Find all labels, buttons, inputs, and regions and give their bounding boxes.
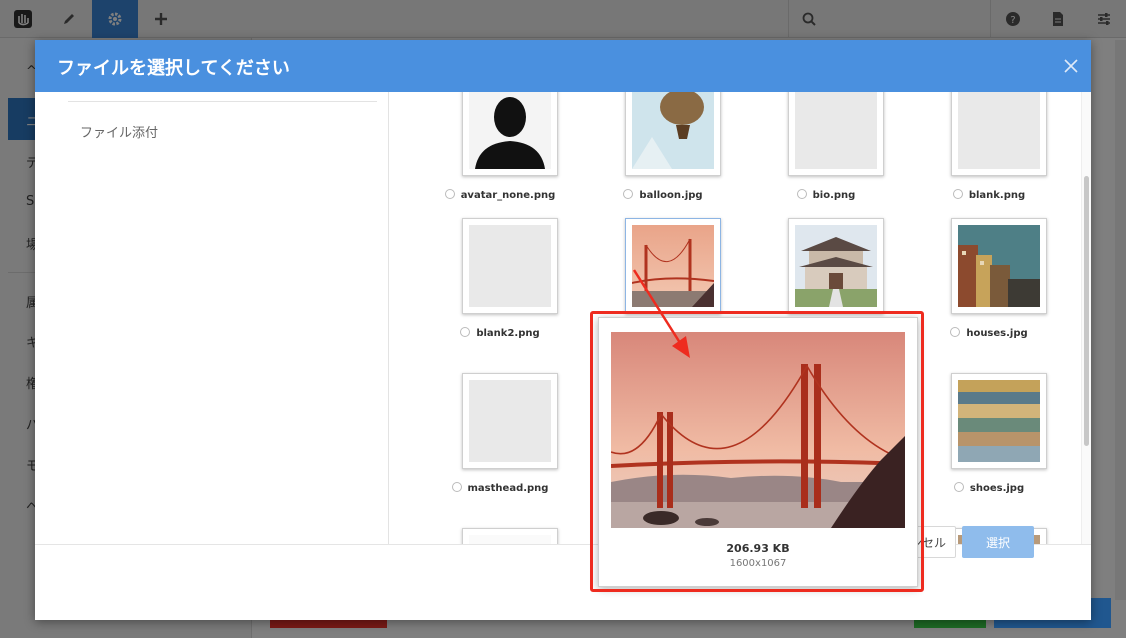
file-thumbnail[interactable] [951, 218, 1047, 314]
file-name: balloon.jpg [639, 190, 703, 201]
file-name: bio.png [812, 190, 856, 201]
balloon-image [632, 92, 714, 169]
file-thumbnail[interactable] [788, 218, 884, 314]
houses-image [958, 225, 1040, 307]
file-radio[interactable] [460, 327, 471, 337]
blank-image [958, 92, 1040, 169]
file-item[interactable] [425, 528, 575, 544]
file-name: shoes.jpg [969, 483, 1025, 494]
blank-image [469, 535, 551, 544]
file-radio[interactable] [623, 189, 634, 199]
file-name: houses.jpg [966, 328, 1028, 339]
file-name: blank.png [968, 190, 1026, 201]
file-radio[interactable] [953, 482, 964, 492]
blank-image [469, 225, 551, 307]
blank-image [469, 380, 551, 462]
file-item[interactable]: bio.png [751, 92, 901, 220]
file-radio[interactable] [444, 189, 455, 199]
file-thumbnail[interactable] [462, 218, 558, 314]
file-thumbnail[interactable] [951, 92, 1047, 176]
close-icon[interactable] [1061, 56, 1081, 76]
file-item[interactable]: avatar_none.png [425, 92, 575, 220]
file-radio[interactable] [950, 327, 961, 337]
file-item[interactable]: shoes.jpg [914, 373, 1064, 513]
file-item[interactable]: masthead.png [425, 373, 575, 513]
file-thumbnail[interactable] [462, 92, 558, 176]
scrollbar-thumb[interactable] [1084, 176, 1089, 446]
file-thumbnail[interactable] [462, 373, 558, 469]
file-grid-scrollbar[interactable] [1081, 92, 1091, 544]
file-item[interactable]: houses.jpg [914, 218, 1064, 358]
file-name: avatar_none.png [460, 190, 556, 201]
avatar-image [469, 92, 551, 169]
annotation-arrow-icon [632, 269, 690, 358]
category-divider [68, 101, 377, 102]
file-thumbnail[interactable] [951, 373, 1047, 469]
category-item-attachments[interactable]: ファイル添付 [80, 122, 158, 141]
file-name: blank2.png [476, 328, 540, 339]
category-panel: ファイル添付 [35, 92, 389, 544]
modal-header: ファイルを選択してください [35, 40, 1091, 92]
file-item[interactable]: blank.png [914, 92, 1064, 220]
file-radio[interactable] [952, 189, 963, 199]
select-button[interactable]: 選択 [962, 526, 1034, 558]
modal-title: ファイルを選択してください [57, 58, 290, 79]
file-item[interactable]: balloon.jpg [588, 92, 738, 220]
file-thumbnail[interactable] [788, 92, 884, 176]
file-item[interactable]: blank2.png [425, 218, 575, 358]
file-thumbnail[interactable] [625, 92, 721, 176]
blank-image [795, 92, 877, 169]
file-thumbnail[interactable] [462, 528, 558, 544]
file-radio[interactable] [796, 189, 807, 199]
file-radio[interactable] [451, 482, 462, 492]
file-name: masthead.png [467, 483, 549, 494]
temple-image [795, 225, 877, 307]
shoes-image [958, 380, 1040, 462]
